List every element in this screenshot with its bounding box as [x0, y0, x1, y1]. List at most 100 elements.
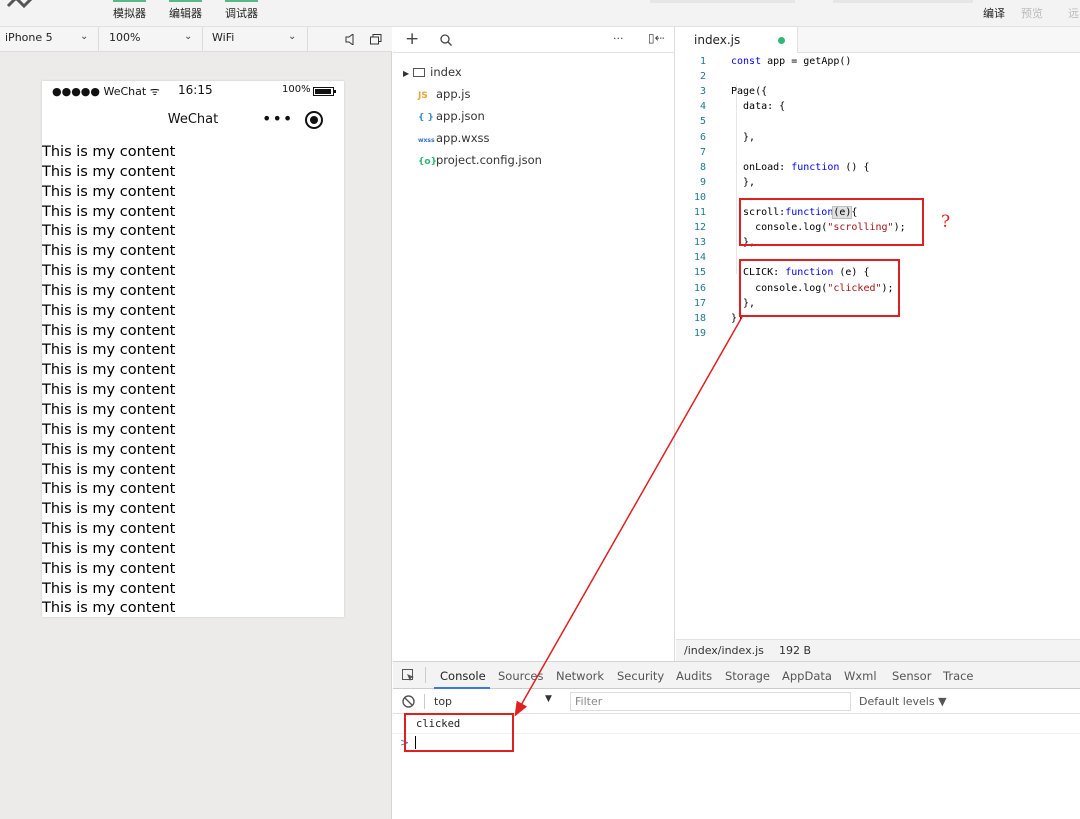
editor-button[interactable]: 编辑器 [169, 0, 202, 21]
content-line: This is my content [42, 362, 176, 379]
preview-button[interactable]: 预览 [1021, 5, 1043, 21]
network-select[interactable]: WiFi [212, 31, 234, 44]
chevron-down-icon[interactable]: ▼ [545, 694, 552, 704]
divider [307, 27, 308, 52]
tab-trace[interactable]: Trace [943, 669, 974, 683]
tab-index-js[interactable]: index.js [676, 27, 798, 53]
divider [98, 27, 99, 52]
app-logo-icon [6, 0, 33, 9]
tab-sensor[interactable]: Sensor [892, 669, 931, 683]
tree-item-app-js[interactable]: JS app.js [418, 87, 471, 101]
tree-item-app-wxss[interactable]: wxssapp.wxss [418, 131, 490, 145]
file-status-bar: /index/index.js 192 B [676, 639, 1080, 661]
line-number: 9 [699, 176, 706, 188]
content-line: This is my content [42, 521, 176, 538]
line-number: 17 [693, 297, 706, 309]
chevron-down-icon[interactable]: ⌄ [184, 31, 192, 42]
code-line[interactable]: onLoad: function () { [731, 160, 869, 175]
log-levels-select[interactable]: Default levels ▼ [859, 695, 947, 708]
device-select[interactable]: iPhone 5 [5, 31, 53, 44]
wechat-navbar: WeChat ••• [42, 101, 344, 145]
line-number: 1 [699, 56, 706, 67]
filter-input[interactable]: Filter [570, 692, 851, 711]
chevron-right-icon: ▶ [403, 69, 410, 78]
content-line: This is my content [42, 163, 176, 180]
search-icon[interactable] [440, 34, 452, 46]
phone-screen: ●●●●● WeChat ᯤ 16:15 100% WeChat ••• Thi… [42, 81, 344, 617]
content-line: This is my content [42, 322, 176, 339]
line-number: 5 [699, 116, 706, 128]
close-miniprogram-icon[interactable] [305, 111, 323, 129]
line-number: 8 [699, 161, 706, 173]
more-options-icon[interactable]: ··· [613, 32, 624, 45]
more-menu-icon[interactable]: ••• [262, 109, 293, 128]
code-line[interactable]: data: { [731, 99, 785, 114]
scroll-content[interactable]: This is my content This is my content This… [42, 143, 344, 617]
clear-console-icon[interactable] [402, 695, 415, 708]
tree-item-index[interactable]: ▶ index [403, 65, 462, 79]
tab-appdata[interactable]: AppData [782, 669, 832, 683]
tab-security[interactable]: Security [617, 669, 664, 683]
debugger-button[interactable]: 调试器 [225, 0, 258, 21]
chevron-down-icon[interactable]: ⌄ [80, 31, 88, 42]
tree-item-app-json[interactable]: { } app.json [418, 109, 485, 123]
content-line: This is my content [42, 263, 176, 280]
remote-debug-button[interactable]: 远 [1068, 5, 1079, 21]
simulator-panel: iPhone 5 ⌄ 100% ⌄ WiFi ⌄ ●●●●● WeChat ᯤ … [0, 27, 392, 819]
chevron-down-icon[interactable]: ⌄ [288, 31, 296, 42]
line-number: 11 [693, 207, 706, 218]
content-line: This is my content [42, 203, 176, 220]
code-line[interactable]: const app = getApp() [731, 54, 851, 69]
line-number: 10 [693, 191, 706, 203]
compile-button[interactable]: 编译 [983, 5, 1005, 21]
carrier-label: ●●●●● WeChat ᯤ [52, 85, 160, 98]
wxss-file-icon: wxss [418, 137, 435, 144]
folder-icon [413, 68, 426, 77]
file-size: 192 B [779, 644, 812, 657]
code-editor[interactable]: index.js 1 const app = getApp() 2 3 Page({4 … [676, 27, 1080, 639]
line-number: 14 [693, 252, 706, 264]
simulator-toolbar: iPhone 5 ⌄ 100% ⌄ WiFi ⌄ [0, 27, 392, 52]
unsaved-dot-icon [778, 37, 785, 44]
content-line: This is my content [42, 540, 176, 557]
devtools-tabbar: Console Sources Network Security Audits … [393, 662, 1080, 689]
simulator-button[interactable]: 模拟器 [113, 0, 146, 21]
tab-audits[interactable]: Audits [676, 669, 712, 683]
tree-item-project-config[interactable]: {o}project.config.json [418, 153, 542, 167]
content-line: This is my content [42, 282, 176, 299]
content-line: This is my content [42, 501, 176, 518]
tab-network[interactable]: Network [556, 669, 604, 683]
detach-window-icon[interactable] [370, 34, 382, 45]
collapse-panel-icon[interactable]: ▯⇠ [648, 31, 665, 45]
line-number: 4 [699, 101, 706, 113]
code-line[interactable]: }, [731, 130, 755, 145]
tab-console[interactable]: Console [440, 669, 486, 683]
inspect-element-icon[interactable] [402, 669, 415, 682]
tab-wxml[interactable]: Wxml [844, 669, 877, 683]
content-line: This is my content [42, 183, 176, 200]
toolbar-field [650, 0, 795, 3]
line-number: 12 [693, 222, 706, 234]
add-icon[interactable]: + [405, 29, 419, 49]
tab-sources[interactable]: Sources [498, 669, 544, 683]
zoom-select[interactable]: 100% [109, 31, 140, 44]
config-file-icon: {o} [418, 157, 437, 167]
code-line[interactable]: }, [731, 175, 755, 190]
context-select[interactable]: top [434, 695, 452, 708]
question-mark-annotation: ? [941, 212, 951, 232]
content-line: This is my content [42, 144, 176, 160]
annotation-box-click [739, 259, 900, 317]
line-number: 16 [693, 282, 706, 294]
nav-title: WeChat [167, 112, 219, 127]
content-line: This is my content [42, 461, 176, 478]
tab-storage[interactable]: Storage [725, 669, 770, 683]
file-explorer-toolbar: + ··· ▯⇠ [393, 27, 675, 53]
line-number: 6 [699, 131, 706, 143]
line-number: 18 [693, 312, 706, 324]
annotation-box-scroll [739, 198, 924, 246]
line-number: 2 [699, 71, 706, 83]
code-line[interactable]: Page({ [731, 84, 767, 99]
speaker-icon[interactable] [345, 34, 355, 45]
status-bar: ●●●●● WeChat ᯤ 16:15 100% [42, 81, 344, 101]
line-number: 3 [699, 86, 706, 98]
